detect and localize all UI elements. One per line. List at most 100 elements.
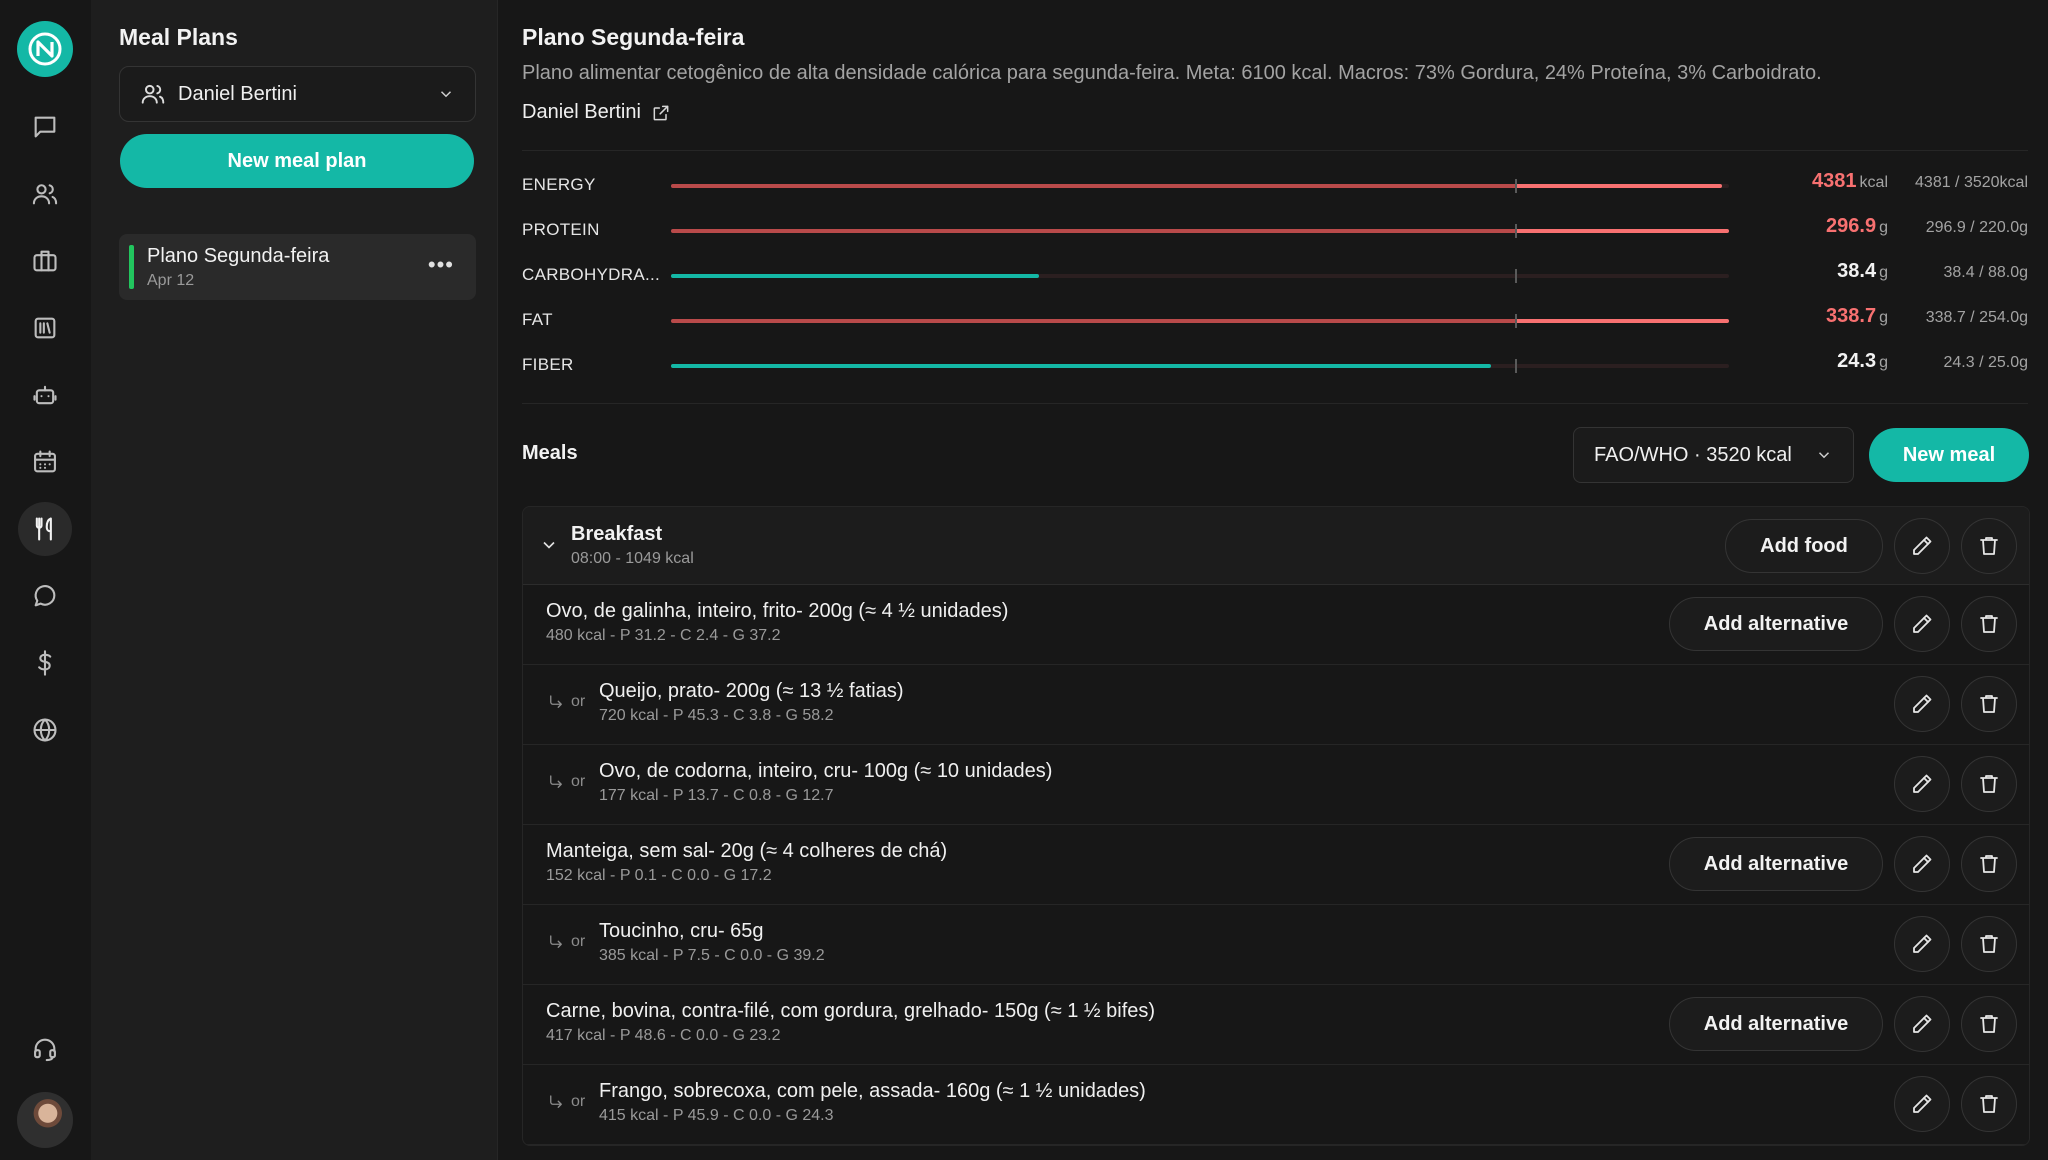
nav-library[interactable] xyxy=(18,301,72,355)
edit-food-button[interactable] xyxy=(1894,1076,1950,1132)
nav-chats[interactable] xyxy=(18,100,72,154)
nutrient-progress-fill xyxy=(671,184,1722,188)
meal-name: Breakfast xyxy=(571,523,663,545)
food-name: Carne, bovina, contra-filé, com gordura,… xyxy=(546,1000,1156,1022)
nutrient-progress-bar xyxy=(671,179,1729,193)
plan-owner-link[interactable]: Daniel Bertini xyxy=(522,101,671,124)
user-avatar[interactable] xyxy=(17,1092,73,1148)
add-alternative-button[interactable]: Add alternative xyxy=(1669,837,1883,891)
plan-owner-name: Daniel Bertini xyxy=(522,101,641,123)
delete-meal-button[interactable] xyxy=(1961,518,2017,574)
delete-food-button[interactable] xyxy=(1961,996,2017,1052)
app-logo[interactable] xyxy=(17,21,73,77)
alternative-food-row: or Frango, sobrecoxa, com pele, assada- 1… xyxy=(523,1065,2029,1145)
nutrient-progress-bar xyxy=(671,314,1729,328)
users-icon xyxy=(141,84,165,104)
meal-header[interactable]: Breakfast 08:00 - 1049 kcal Add food xyxy=(523,507,2029,585)
nutrient-target: 38.4 / 88.0g xyxy=(1943,264,2028,281)
edit-food-button[interactable] xyxy=(1894,676,1950,732)
nutrient-value-number: 38.4 xyxy=(1837,260,1877,282)
nav-website[interactable] xyxy=(18,703,72,757)
globe-icon xyxy=(33,718,57,742)
nutrient-label: CARBOHYDRA... xyxy=(522,265,661,284)
nav-messages[interactable] xyxy=(18,569,72,623)
nutrient-value-unit: g xyxy=(1879,354,1888,371)
plan-list-item-date: Apr 12 xyxy=(147,272,195,289)
corner-down-right-icon xyxy=(550,1095,562,1108)
utensils-icon xyxy=(35,517,52,541)
plan-list-item-name: Plano Segunda-feira xyxy=(147,245,330,267)
external-link-icon xyxy=(653,105,669,120)
meal-plans-panel: Meal Plans Daniel Bertini New meal plan … xyxy=(91,0,498,1160)
nutrient-target-marker xyxy=(1515,359,1517,373)
edit-food-button[interactable] xyxy=(1894,596,1950,652)
food-row: Ovo, de galinha, inteiro, frito- 200g (≈… xyxy=(523,585,2029,665)
add-food-button[interactable]: Add food xyxy=(1725,519,1883,573)
trash-icon xyxy=(1980,537,1998,555)
delete-food-button[interactable] xyxy=(1961,1076,2017,1132)
icon-rail xyxy=(0,0,91,1160)
nutrient-value-number: 296.9 xyxy=(1826,215,1877,237)
plan-list-item[interactable]: Plano Segunda-feira Apr 12 ••• xyxy=(119,234,476,300)
nutrient-row: PROTEIN 296.9 g 296.9 / 220.0g xyxy=(522,215,2028,245)
food-name: Manteiga, sem sal- 20g (≈ 4 colheres de … xyxy=(546,840,948,862)
or-label: or xyxy=(571,773,586,790)
meal-meta: 08:00 - 1049 kcal xyxy=(571,550,694,567)
delete-food-button[interactable] xyxy=(1961,596,2017,652)
nutrient-value: 338.7 g xyxy=(1826,305,1888,328)
corner-down-right-icon xyxy=(550,775,562,788)
nav-services[interactable] xyxy=(18,234,72,288)
more-options-icon[interactable]: ••• xyxy=(428,252,454,278)
delete-food-button[interactable] xyxy=(1961,836,2017,892)
panel-title: Meal Plans xyxy=(119,24,238,50)
alternative-marker: or xyxy=(547,693,585,711)
nutrient-label: PROTEIN xyxy=(522,220,600,239)
reference-select-value: FAO/WHO · 3520 kcal xyxy=(1594,443,1792,466)
trash-icon xyxy=(1980,615,1998,633)
edit-food-button[interactable] xyxy=(1894,836,1950,892)
edit-food-button[interactable] xyxy=(1894,916,1950,972)
trash-icon xyxy=(1980,695,1998,713)
nav-finance[interactable] xyxy=(18,636,72,690)
trash-icon xyxy=(1980,1095,1998,1113)
patient-select-value: Daniel Bertini xyxy=(178,82,297,105)
edit-food-button[interactable] xyxy=(1894,996,1950,1052)
nutrient-target-marker xyxy=(1515,224,1517,238)
library-icon xyxy=(34,317,56,339)
food-meta: 415 kcal - P 45.9 - C 0.0 - G 24.3 xyxy=(599,1107,834,1124)
delete-food-button[interactable] xyxy=(1961,916,2017,972)
new-meal-plan-button[interactable]: New meal plan xyxy=(120,134,474,188)
nutrient-target-marker xyxy=(1515,314,1517,328)
alternative-food-row: or Queijo, prato- 200g (≈ 13 ½ fatias) 720… xyxy=(523,665,2029,745)
logo-icon xyxy=(28,32,62,66)
reference-select[interactable]: FAO/WHO · 3520 kcal xyxy=(1573,427,1854,483)
nav-patients[interactable] xyxy=(18,167,72,221)
food-name: Ovo, de galinha, inteiro, frito- 200g (≈… xyxy=(546,600,1009,622)
edit-meal-button[interactable] xyxy=(1894,518,1950,574)
nutrient-label: FIBER xyxy=(522,355,574,374)
nav-assistant[interactable] xyxy=(18,368,72,422)
trash-icon xyxy=(1980,1015,1998,1033)
nutrient-value-unit: g xyxy=(1879,264,1888,281)
food-name: Frango, sobrecoxa, com pele, assada- 160… xyxy=(599,1080,1146,1102)
nutrient-progress-fill xyxy=(671,274,1039,278)
new-meal-button[interactable]: New meal xyxy=(1869,428,2029,482)
nutrient-value: 24.3 g xyxy=(1837,350,1888,373)
patient-select[interactable]: Daniel Bertini xyxy=(119,66,476,122)
add-alternative-button[interactable]: Add alternative xyxy=(1669,597,1883,651)
pencil-icon xyxy=(1913,774,1932,793)
nav-calendar[interactable] xyxy=(18,435,72,489)
nutrient-value-number: 4381 xyxy=(1812,170,1857,192)
alternative-food-row: or Toucinho, cru- 65g 385 kcal - P 7.5 - C… xyxy=(523,905,2029,985)
nav-meal-plans[interactable] xyxy=(18,502,72,556)
chevron-down-icon[interactable] xyxy=(539,535,559,555)
edit-food-button[interactable] xyxy=(1894,756,1950,812)
add-alternative-button[interactable]: Add alternative xyxy=(1669,997,1883,1051)
delete-food-button[interactable] xyxy=(1961,756,2017,812)
chevron-down-icon xyxy=(440,91,452,98)
pencil-icon xyxy=(1913,536,1932,555)
nutrient-target: 338.7 / 254.0g xyxy=(1925,309,2028,326)
nutrient-value-number: 338.7 xyxy=(1826,305,1877,327)
delete-food-button[interactable] xyxy=(1961,676,2017,732)
nav-support[interactable] xyxy=(18,1022,72,1076)
